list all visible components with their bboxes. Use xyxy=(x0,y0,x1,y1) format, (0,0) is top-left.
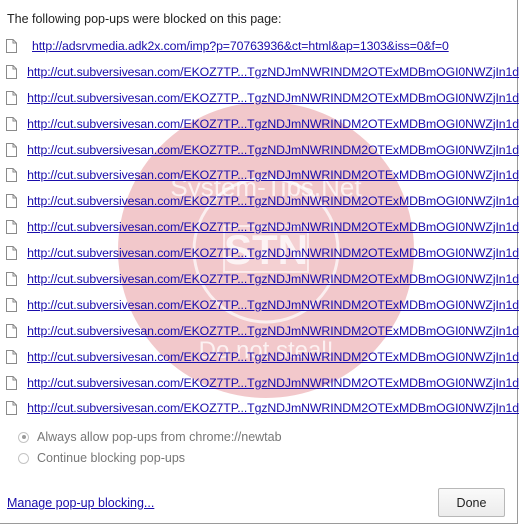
file-icon xyxy=(6,297,21,312)
blocked-popup-row: http://cut.subversivesan.com/EKOZ7TP...T… xyxy=(0,137,519,163)
file-icon xyxy=(6,401,21,416)
file-icon xyxy=(6,64,21,79)
allow-popups-option[interactable]: Always allow pop-ups from chrome://newta… xyxy=(18,430,282,444)
file-icon xyxy=(6,220,21,235)
blocked-popup-link[interactable]: http://cut.subversivesan.com/EKOZ7TP...T… xyxy=(27,376,519,390)
file-icon xyxy=(6,349,21,364)
blocked-popup-link[interactable]: http://cut.subversivesan.com/EKOZ7TP...T… xyxy=(27,246,519,260)
blocked-popup-link[interactable]: http://cut.subversivesan.com/EKOZ7TP...T… xyxy=(27,65,519,79)
continue-blocking-option[interactable]: Continue blocking pop-ups xyxy=(18,451,185,465)
blocked-popup-link[interactable]: http://cut.subversivesan.com/EKOZ7TP...T… xyxy=(27,324,519,338)
blocked-popup-row: http://cut.subversivesan.com/EKOZ7TP...T… xyxy=(0,370,519,396)
blocked-popup-row: http://cut.subversivesan.com/EKOZ7TP...T… xyxy=(0,214,519,240)
blocked-popup-list: http://adsrvmedia.adk2x.com/imp?p=707639… xyxy=(0,33,519,421)
bubble-title: The following pop-ups were blocked on th… xyxy=(7,12,282,26)
blocked-popup-link[interactable]: http://cut.subversivesan.com/EKOZ7TP...T… xyxy=(27,401,519,415)
blocked-popup-row: http://cut.subversivesan.com/EKOZ7TP...T… xyxy=(0,318,519,344)
allow-popups-label: Always allow pop-ups from chrome://newta… xyxy=(37,430,282,444)
file-icon xyxy=(6,116,21,131)
blocked-popup-row: http://cut.subversivesan.com/EKOZ7TP...T… xyxy=(0,395,519,421)
blocked-popup-row: http://cut.subversivesan.com/EKOZ7TP...T… xyxy=(0,344,519,370)
file-icon xyxy=(6,271,21,286)
file-icon xyxy=(6,194,21,209)
radio-unselected-icon[interactable] xyxy=(18,452,29,464)
blocked-popup-row: http://adsrvmedia.adk2x.com/imp?p=707639… xyxy=(0,33,519,59)
file-icon xyxy=(6,38,26,53)
blocked-popup-row: http://cut.subversivesan.com/EKOZ7TP...T… xyxy=(0,292,519,318)
blocked-popup-row: http://cut.subversivesan.com/EKOZ7TP...T… xyxy=(0,59,519,85)
blocked-popup-link[interactable]: http://adsrvmedia.adk2x.com/imp?p=707639… xyxy=(32,39,449,53)
radio-selected-icon[interactable] xyxy=(18,431,29,443)
blocked-popup-link[interactable]: http://cut.subversivesan.com/EKOZ7TP...T… xyxy=(27,350,519,364)
blocked-popup-link[interactable]: http://cut.subversivesan.com/EKOZ7TP...T… xyxy=(27,168,519,182)
done-button[interactable]: Done xyxy=(438,488,505,517)
file-icon xyxy=(6,142,21,157)
blocked-popup-link[interactable]: http://cut.subversivesan.com/EKOZ7TP...T… xyxy=(27,117,519,131)
file-icon xyxy=(6,90,21,105)
file-icon xyxy=(6,375,21,390)
blocked-popup-link[interactable]: http://cut.subversivesan.com/EKOZ7TP...T… xyxy=(27,143,519,157)
file-icon xyxy=(6,246,21,261)
blocked-popup-row: http://cut.subversivesan.com/EKOZ7TP...T… xyxy=(0,266,519,292)
popup-blocked-bubble: STN System-Tips.Net Do not steal! The fo… xyxy=(0,0,519,524)
manage-popup-blocking-link[interactable]: Manage pop-up blocking... xyxy=(7,496,154,510)
file-icon xyxy=(6,323,21,338)
blocked-popup-link[interactable]: http://cut.subversivesan.com/EKOZ7TP...T… xyxy=(27,91,519,105)
blocked-popup-row: http://cut.subversivesan.com/EKOZ7TP...T… xyxy=(0,85,519,111)
blocked-popup-link[interactable]: http://cut.subversivesan.com/EKOZ7TP...T… xyxy=(27,194,519,208)
blocked-popup-link[interactable]: http://cut.subversivesan.com/EKOZ7TP...T… xyxy=(27,272,519,286)
blocked-popup-row: http://cut.subversivesan.com/EKOZ7TP...T… xyxy=(0,111,519,137)
blocked-popup-link[interactable]: http://cut.subversivesan.com/EKOZ7TP...T… xyxy=(27,298,519,312)
continue-blocking-label: Continue blocking pop-ups xyxy=(37,451,186,465)
blocked-popup-row: http://cut.subversivesan.com/EKOZ7TP...T… xyxy=(0,240,519,266)
blocked-popup-row: http://cut.subversivesan.com/EKOZ7TP...T… xyxy=(0,188,519,214)
blocked-popup-row: http://cut.subversivesan.com/EKOZ7TP...T… xyxy=(0,162,519,188)
file-icon xyxy=(6,168,21,183)
blocked-popup-link[interactable]: http://cut.subversivesan.com/EKOZ7TP...T… xyxy=(27,220,519,234)
